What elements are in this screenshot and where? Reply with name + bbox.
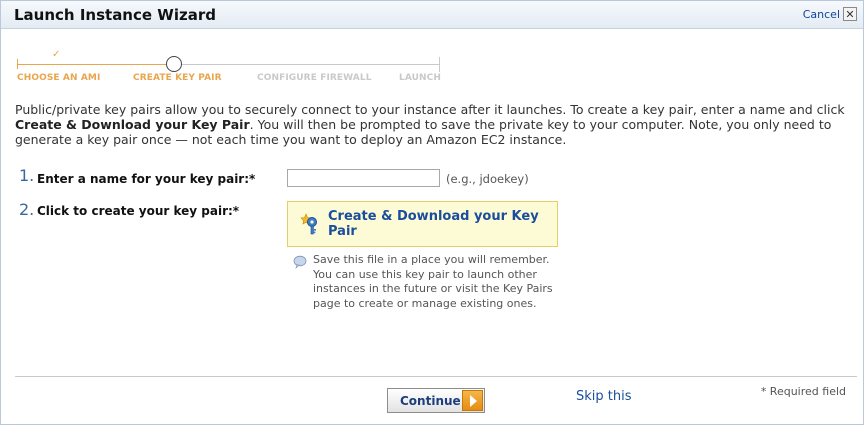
key-name-label: Enter a name for your key pair:* (37, 172, 256, 186)
close-icon[interactable]: ✕ (843, 7, 857, 21)
intro-text-bold: Create & Download your Key Pair (15, 117, 250, 132)
intro-paragraph: Public/private key pairs allow you to se… (15, 102, 855, 147)
launch-instance-dialog: Launch Instance Wizard Cancel ✕ ✓ CHOOSE… (0, 0, 864, 425)
stepper-track-todo (181, 64, 439, 65)
create-key-label: Click to create your key pair:* (37, 204, 240, 218)
cancel-label[interactable]: Cancel (803, 8, 840, 21)
wizard-stepper: ✓ CHOOSE AN AMI CREATE KEY PAIR CONFIGUR… (15, 49, 445, 93)
step2-number: 2. (19, 200, 35, 219)
step1-number: 1. (19, 166, 35, 185)
step-choose-ami: CHOOSE AN AMI (17, 73, 101, 83)
skip-this-link[interactable]: Skip this (576, 389, 632, 404)
footer-divider (15, 376, 857, 377)
arrow-right-icon[interactable] (462, 390, 483, 411)
create-download-key-pair-label[interactable]: Create & Download your Key Pair (328, 209, 557, 239)
key-name-hint: (e.g., jdoekey) (446, 172, 529, 186)
stepper-end-tick (439, 57, 440, 72)
step-create-key-pair: CREATE KEY PAIR (133, 73, 222, 83)
dialog-titlebar: Launch Instance Wizard Cancel ✕ (1, 1, 863, 29)
step-configure-firewall: CONFIGURE FIREWALL (257, 73, 372, 83)
current-step-marker (166, 56, 182, 72)
intro-text-part1: Public/private key pairs allow you to se… (15, 102, 845, 117)
stepper-track-done (17, 64, 175, 65)
check-icon: ✓ (52, 49, 61, 60)
step-launch: LAUNCH (399, 73, 442, 83)
create-download-key-pair-button[interactable]: Create & Download your Key Pair (287, 201, 558, 247)
save-file-note: Save this file in a place you will remem… (313, 253, 553, 310)
continue-button[interactable]: Continue (387, 388, 485, 413)
cancel-button[interactable]: Cancel ✕ (803, 7, 857, 21)
required-field-note: * Required field (760, 385, 846, 398)
key-icon[interactable] (300, 213, 322, 235)
key-name-input[interactable] (287, 169, 440, 187)
continue-label[interactable]: Continue (400, 394, 461, 408)
dialog-title: Launch Instance Wizard (14, 6, 216, 24)
info-icon (293, 254, 307, 270)
